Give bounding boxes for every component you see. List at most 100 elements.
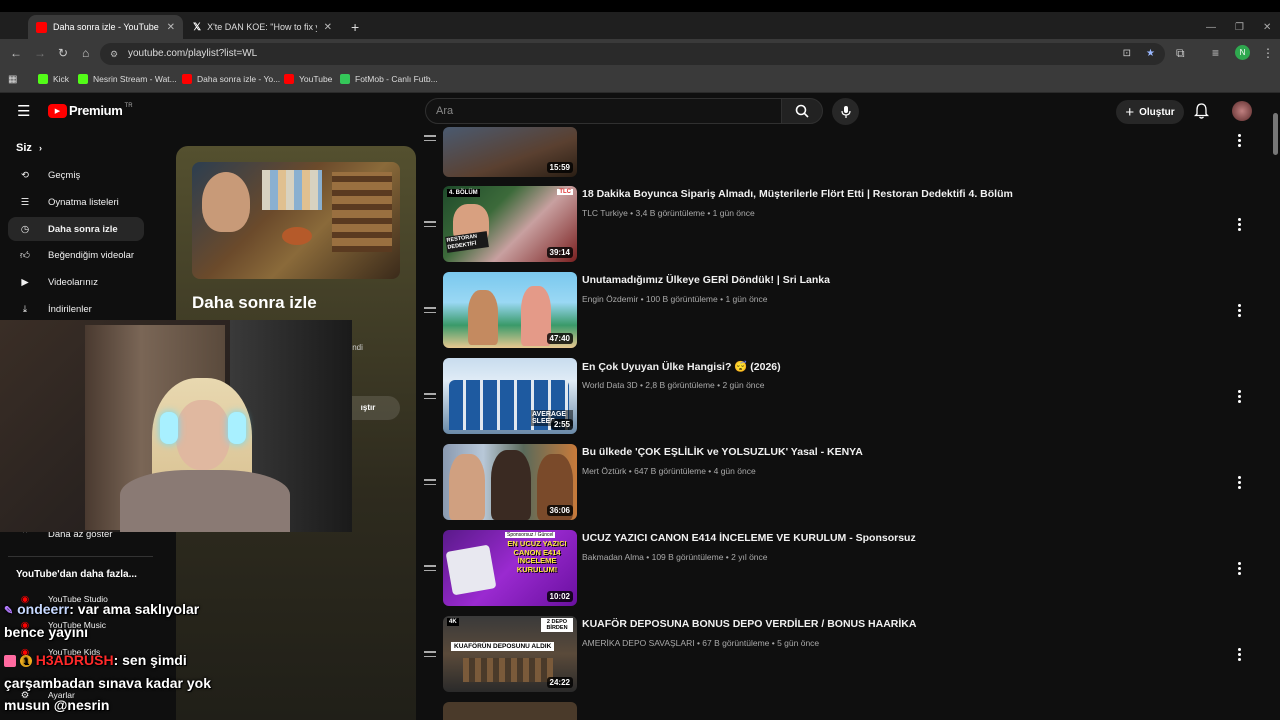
tab-bar: Daha sonra izle - YouTube ✕ 𝕏 X'te DAN K… [0, 12, 1280, 39]
webcam-streamer-face [176, 400, 230, 470]
video-row-0[interactable]: 15:59 [424, 127, 1254, 177]
sidebar-item-label: Daha sonra izle [48, 223, 118, 235]
tab-youtube[interactable]: Daha sonra izle - YouTube ✕ [28, 15, 183, 39]
site-info-icon[interactable]: ⚙ [110, 43, 118, 65]
cover-bowl [282, 227, 312, 245]
video-thumbnail[interactable]: 36:06 [443, 444, 577, 520]
reload-icon[interactable]: ↻ [58, 46, 68, 60]
chat-text: : var ama saklıyolar [69, 601, 200, 617]
video-thumbnail[interactable]: 4. BÖLÜM TLC RESTORAN DEDEKTİFİ 39:14 [443, 186, 577, 262]
url-input[interactable]: ⚙ youtube.com/playlist?list=WL ⊡ ★ [100, 43, 1165, 65]
duration-badge: 47:40 [546, 333, 573, 344]
sidebar-item-playlists[interactable]: ☰ Oynatma listeleri [8, 190, 144, 214]
more-options-icon[interactable] [1236, 390, 1242, 405]
chat-message: ✎ ondeerr: var ama saklıyolar [4, 601, 199, 617]
cover-shelf-items [332, 172, 392, 252]
video-row-5[interactable]: Sponsorsuz / Güncel EN UCUZ YAZICI CANON… [424, 530, 1254, 610]
plus-icon: + [1125, 103, 1135, 121]
video-title[interactable]: UCUZ YAZICI CANON E414 İNCELEME VE KURUL… [582, 532, 916, 544]
more-options-icon[interactable] [1236, 218, 1242, 233]
drag-handle-icon[interactable] [424, 651, 436, 660]
search-input[interactable]: Ara [425, 98, 782, 124]
thumb-4k-badge: 4K [447, 618, 459, 626]
bookmark-fotmob[interactable]: FotMob - Canlı Futb... [340, 74, 438, 84]
sidebar-item-your-videos[interactable]: ▶ Videolarınız [8, 270, 144, 294]
section-label: Siz [16, 142, 32, 154]
video-row-3[interactable]: AVERAGE SLEEP 2:55 En Çok Uyuyan Ülke Ha… [424, 358, 1254, 438]
create-button[interactable]: + Oluştur [1116, 100, 1184, 124]
video-row-4[interactable]: 36:06 Bu ülkede 'ÇOK EŞLİLİK ve YOLSUZLU… [424, 444, 1254, 524]
sidebar-item-liked-videos[interactable]: 👍︎ Beğendiğim videolar [8, 243, 144, 267]
video-thumbnail[interactable]: 15:59 [443, 127, 577, 177]
chat-text-continued: bence yayını [4, 624, 89, 640]
sidebar-item-watch-later[interactable]: ◷ Daha sonra izle [8, 217, 144, 241]
sidebar-section-you[interactable]: Siz › [16, 142, 42, 154]
account-avatar[interactable] [1232, 101, 1252, 121]
video-thumbnail-partial[interactable] [443, 702, 577, 720]
more-options-icon[interactable] [1236, 562, 1242, 577]
video-title[interactable]: KUAFÖR DEPOSUNA BONUS DEPO VERDİLER / BO… [582, 618, 916, 630]
video-title[interactable]: Bu ülkede 'ÇOK EŞLİLİK ve YOLSUZLUK' Yas… [582, 446, 863, 458]
install-icon[interactable]: ⊡ [1123, 43, 1131, 65]
more-options-icon[interactable] [1236, 134, 1242, 149]
close-tab-icon[interactable]: ✕ [167, 22, 175, 33]
video-title[interactable]: Unutamadığımız Ülkeye GERİ Döndük! | Sri… [582, 274, 830, 286]
forward-icon[interactable]: → [34, 46, 46, 60]
apps-icon[interactable]: ▦ [8, 74, 17, 85]
sidebar-item-downloads[interactable]: ⤓ İndirilenler [8, 297, 144, 321]
video-thumbnail[interactable]: 47:40 [443, 272, 577, 348]
bookmark-youtube[interactable]: YouTube [284, 74, 332, 84]
chat-username: H3ADRUSH [35, 652, 114, 668]
fotmob-icon [340, 74, 350, 84]
new-tab-button[interactable]: + [343, 15, 363, 39]
chrome-menu-icon[interactable]: ⋮ [1262, 46, 1274, 60]
bookmark-star-icon[interactable]: ★ [1146, 43, 1155, 65]
more-options-icon[interactable] [1236, 648, 1242, 663]
media-controls-icon[interactable]: ≡ [1212, 46, 1219, 60]
notifications-bell-icon[interactable] [1194, 103, 1209, 119]
more-options-icon[interactable] [1236, 476, 1242, 491]
search-icon [795, 104, 809, 118]
drag-handle-icon[interactable] [424, 135, 436, 144]
home-icon[interactable]: ⌂ [82, 46, 89, 60]
profile-avatar[interactable]: N [1235, 45, 1250, 60]
drag-handle-icon[interactable] [424, 307, 436, 316]
video-thumbnail[interactable]: 4K 2 DEPO BİRDEN KUAFÖRÜN DEPOSUNU ALDIK… [443, 616, 577, 692]
youtube-favicon-icon [36, 21, 47, 33]
video-thumbnail[interactable]: AVERAGE SLEEP 2:55 [443, 358, 577, 434]
voice-search-button[interactable] [832, 98, 859, 125]
bookmark-nesrin-stream[interactable]: Nesrin Stream - Wat... [78, 74, 177, 84]
search-button[interactable] [781, 98, 823, 124]
video-row-6[interactable]: 4K 2 DEPO BİRDEN KUAFÖRÜN DEPOSUNU ALDIK… [424, 616, 1254, 696]
playlist-cover-thumbnail[interactable] [192, 162, 400, 279]
video-row-1[interactable]: 4. BÖLÜM TLC RESTORAN DEDEKTİFİ 39:14 18… [424, 186, 1254, 266]
video-title[interactable]: 18 Dakika Boyunca Sipariş Almadı, Müşter… [582, 188, 1013, 200]
shuffle-label: ıştır [360, 403, 376, 412]
drag-handle-icon[interactable] [424, 479, 436, 488]
maximize-icon[interactable]: ❐ [1227, 15, 1252, 39]
sidebar-item-history[interactable]: ⟲ Geçmiş [8, 163, 144, 187]
back-icon[interactable]: ← [10, 46, 22, 60]
drag-handle-icon[interactable] [424, 565, 436, 574]
tab-x[interactable]: 𝕏 X'te DAN KOE: "How to fix your ✕ [185, 15, 340, 39]
bookmark-kick[interactable]: Kick [38, 74, 69, 84]
minimize-icon[interactable]: — [1198, 15, 1224, 39]
scrollbar-thumb[interactable] [1273, 113, 1278, 155]
window-close-icon[interactable]: ✕ [1255, 15, 1279, 39]
more-options-icon[interactable] [1236, 304, 1242, 319]
menu-icon[interactable]: ☰ [17, 102, 30, 120]
video-thumbnail[interactable]: Sponsorsuz / Güncel EN UCUZ YAZICI CANON… [443, 530, 577, 606]
extensions-icon[interactable]: ⧉ [1176, 46, 1185, 61]
video-meta: Mert Öztürk • 647 B görüntüleme • 4 gün … [582, 466, 756, 476]
video-row-2[interactable]: 47:40 Unutamadığımız Ülkeye GERİ Döndük!… [424, 272, 1254, 352]
drag-handle-icon[interactable] [424, 221, 436, 230]
youtube-icon [284, 74, 294, 84]
drag-handle-icon[interactable] [424, 393, 436, 402]
page-scrollbar[interactable] [1270, 93, 1280, 720]
youtube-logo[interactable]: ▶ Premium TR [48, 103, 133, 118]
video-title[interactable]: En Çok Uyuyan Ülke Hangisi? 😴 (2026) [582, 360, 781, 373]
bookmark-label: YouTube [299, 74, 333, 84]
thumb-warehouse [463, 658, 553, 682]
bookmark-watch-later[interactable]: Daha sonra izle - Yo... [182, 74, 280, 84]
close-tab-icon[interactable]: ✕ [324, 22, 332, 33]
